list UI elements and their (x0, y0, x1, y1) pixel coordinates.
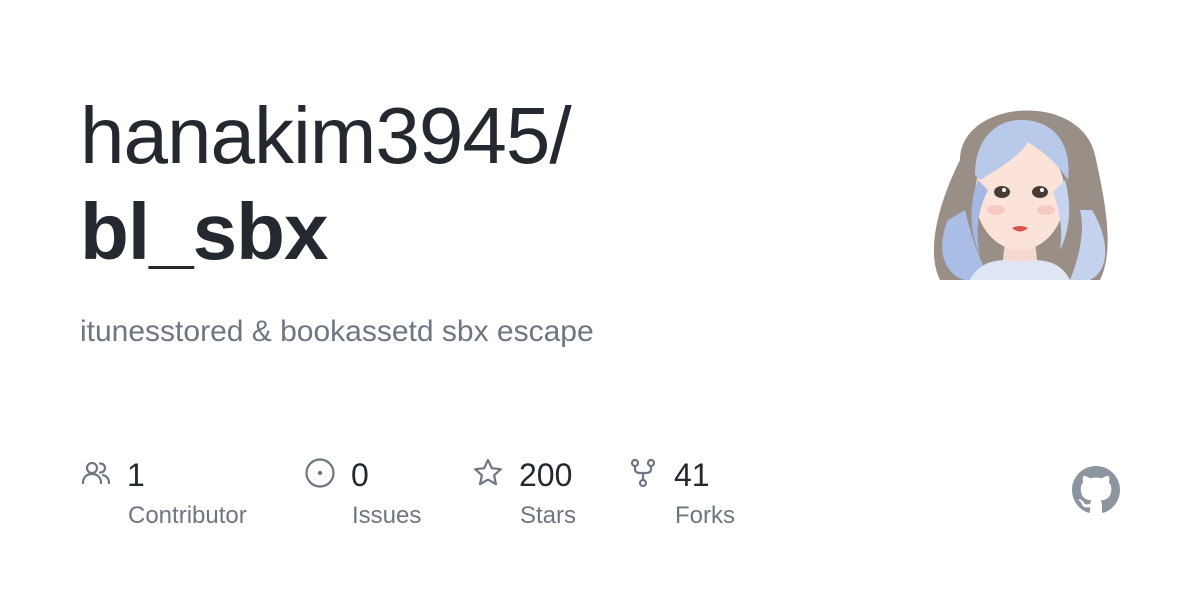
repo-title-name: bl_sbx (80, 187, 328, 276)
owner-avatar (920, 80, 1120, 280)
stat-label: Stars (520, 502, 577, 529)
issue-icon (304, 457, 336, 489)
stat-label: Issues (352, 502, 422, 529)
people-icon (80, 457, 112, 489)
stat-label: Forks (675, 502, 735, 529)
fork-icon (627, 457, 659, 489)
stat-value: 41 (674, 457, 710, 493)
github-logo-icon[interactable] (1072, 466, 1120, 514)
repo-title-owner: hanakim3945/ (80, 91, 572, 180)
stat-label: Contributor (128, 502, 247, 529)
repo-description: itunesstored & bookassetd sbx escape (80, 315, 594, 348)
stat-value: 200 (519, 457, 573, 493)
stat-value: 0 (351, 457, 369, 493)
stat-value: 1 (127, 457, 145, 493)
star-icon (472, 457, 504, 489)
